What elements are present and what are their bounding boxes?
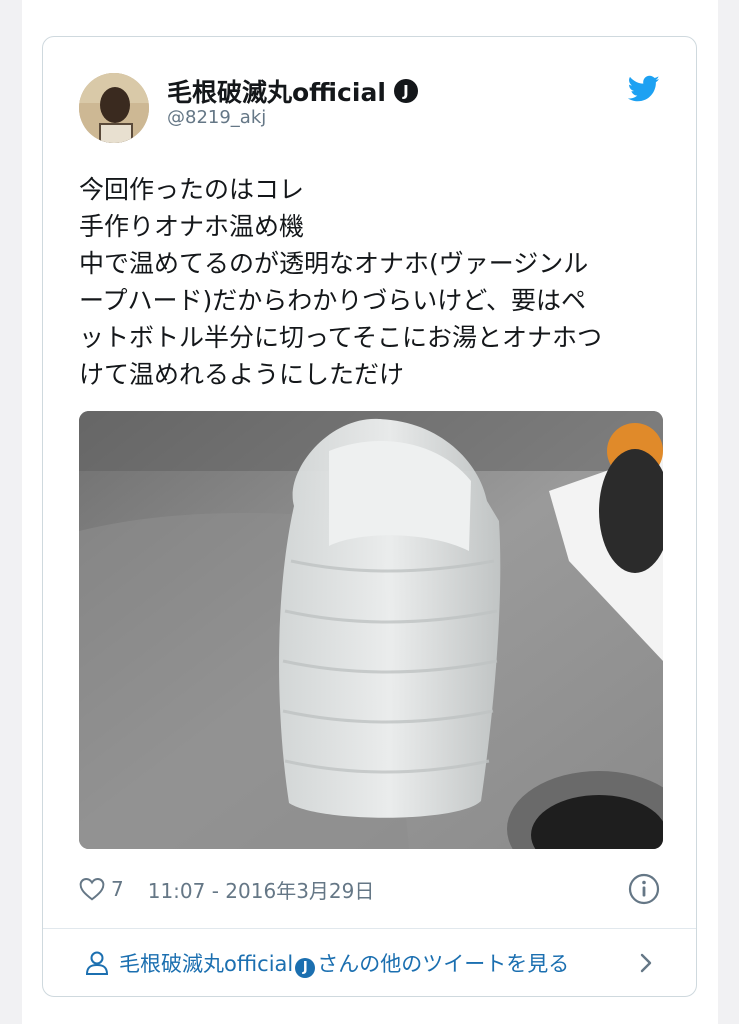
author-handle[interactable]: @8219_akj	[167, 107, 266, 128]
more-tweets-author: 毛根破滅丸official	[119, 952, 294, 976]
tweet-timestamp[interactable]: 11:07 - 2016年3月29日	[148, 875, 375, 904]
author-name-text[interactable]: 毛根破滅丸official	[167, 73, 386, 109]
tweet-line: 手作りオナホ温め機	[79, 212, 305, 241]
tweet-photo[interactable]	[79, 411, 663, 849]
tweet-line: ットボトル半分に切ってそこにお湯とオナホつ	[79, 323, 603, 352]
author-display-name[interactable]: 毛根破滅丸official J	[167, 73, 418, 109]
like-button[interactable]: 7	[79, 877, 124, 901]
info-icon[interactable]	[628, 873, 660, 905]
verified-badge-icon: J	[393, 79, 418, 103]
more-tweets-label: さんの他のツイートを見る	[317, 952, 570, 976]
like-count: 7	[111, 877, 124, 901]
tweet-text: 今回作ったのはコレ 手作りオナホ温め機 中で温めてるのが透明なオナホ(ヴァージン…	[79, 171, 669, 393]
tweet-line: 今回作ったのはコレ	[79, 175, 305, 204]
more-tweets-link[interactable]: 毛根破滅丸official J さんの他のツイートを見る	[85, 943, 656, 983]
embedded-tweet-card: 毛根破滅丸official J @8219_akj 今回作ったのはコレ 手作りオ…	[42, 36, 697, 997]
avatar[interactable]	[79, 73, 149, 143]
verified-badge-icon: J	[295, 957, 316, 978]
twitter-bird-icon[interactable]	[628, 75, 660, 103]
tweet-line: けて温めれるようにしただけ	[79, 360, 405, 389]
footer-divider	[43, 928, 696, 929]
tweet-line: 中で温めてるのが透明なオナホ(ヴァージンル	[79, 249, 589, 278]
person-icon	[85, 951, 109, 975]
tweet-meta: 7 11:07 - 2016年3月29日	[79, 871, 660, 907]
chevron-right-icon	[640, 953, 652, 973]
heart-icon	[79, 878, 105, 901]
tweet-line: ープハード)だからわかりづらいけど、要はペ	[79, 286, 587, 315]
